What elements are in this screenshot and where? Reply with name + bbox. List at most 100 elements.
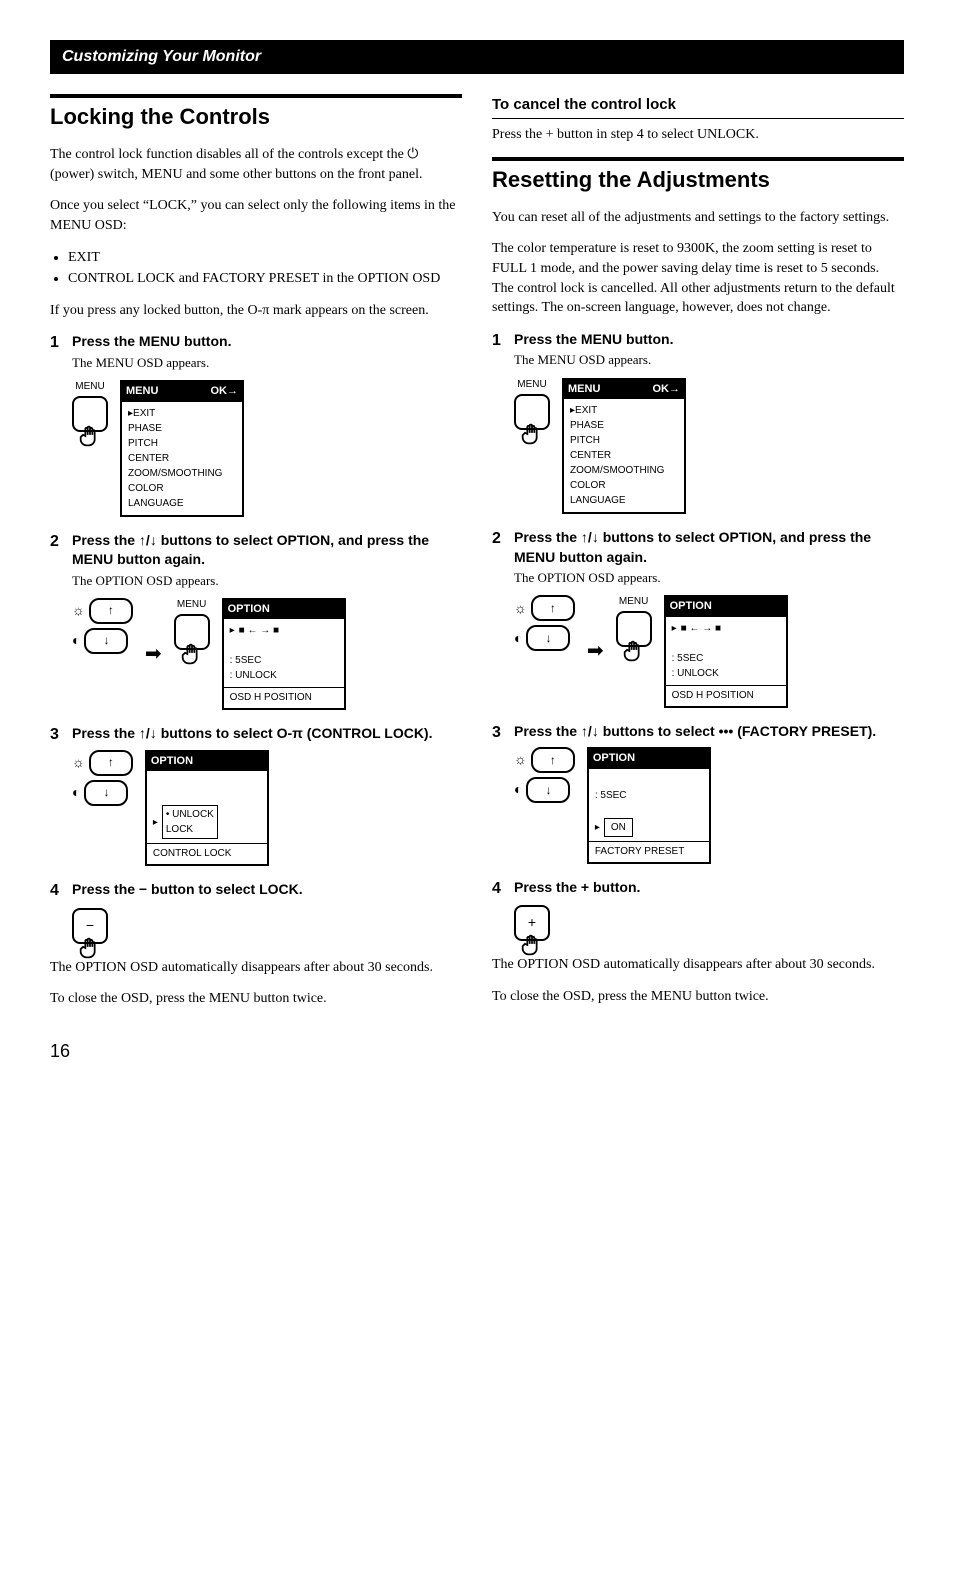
button-label: MENU [75,380,104,394]
osd-item: CENTER [128,451,236,466]
bullet-list: EXIT CONTROL LOCK and FACTORY PRESET in … [50,248,462,289]
button-icon [72,396,108,432]
contrast-icon: ◐ [72,631,80,651]
right-column: To cancel the control lock Press the + b… [492,94,904,1064]
button-icon [174,614,210,650]
bullet-item: EXIT [68,248,462,268]
osd-row [153,790,261,805]
minus-button-icon: − [72,908,108,944]
updown-buttons: ☼↑ ◐↓ [72,750,133,806]
step-title: Press the ↑/↓ buttons to select O‑π (CON… [72,724,462,744]
button-label: MENU [177,598,206,612]
step-title: Press the ↑/↓ buttons to select ••• (FAC… [514,722,904,742]
osd-row: ▸■ ← → ■ [230,623,338,638]
hand-icon [518,931,546,959]
step-2: 2 Press the ↑/↓ buttons to select OPTION… [492,528,904,708]
osd-row: : UNLOCK [672,666,780,681]
hand-icon [518,420,546,448]
sun-icon: ☼ [72,601,85,621]
option-osd: OPTION ▸■ ← → ■ : 5SEC : UNLOCK OSD H PO… [664,595,788,707]
osd-row-selected: ▸• UNLOCK LOCK [153,805,261,839]
button-icon [616,611,652,647]
osd-item: LANGUAGE [570,493,678,508]
osd-title-right: OK→ [211,384,239,399]
button-label: MENU [517,378,546,392]
step-4: 4 Press the − button to select LOCK. − [50,880,462,944]
step-number: 3 [492,722,506,864]
step-number: 1 [492,330,506,514]
osd-title: OPTION [593,751,635,766]
osd-item: ZOOM/SMOOTHING [128,466,236,481]
page-number: 16 [50,1039,462,1064]
footnote: The OPTION OSD automatically disappears … [492,955,904,975]
button-label: MENU [619,595,648,609]
osd-footer: OSD H POSITION [666,685,786,706]
plus-button-icon: + [514,905,550,941]
para: Press the + button in step 4 to select U… [492,125,904,145]
hand-icon [76,934,104,962]
step-subtitle: The MENU OSD appears. [72,354,462,372]
step-2: 2 Press the ↑/↓ buttons to select OPTION… [50,531,462,711]
osd-item: ZOOM/SMOOTHING [570,463,678,478]
step-number: 1 [50,332,64,516]
osd-title: OPTION [670,599,712,614]
footnote: To close the OSD, press the MENU button … [492,987,904,1007]
step-title: Press the ↑/↓ buttons to select OPTION, … [72,531,462,570]
section-rule [492,157,904,161]
osd-footer: OSD H POSITION [224,687,344,708]
step-title: Press the MENU button. [72,332,462,352]
hand-icon [178,640,206,668]
page-header: Customizing Your Monitor [50,40,904,74]
step-number: 4 [492,878,506,942]
step-1: 1 Press the MENU button. The MENU OSD ap… [50,332,462,516]
osd-row [153,775,261,790]
hand-icon [76,422,104,450]
step-title: Press the − button to select LOCK. [72,880,462,900]
osd-title: OPTION [151,754,193,769]
para: If you press any locked button, the O‑π … [50,301,462,321]
option-osd: OPTION ▸■ ← → ■ : 5SEC : UNLOCK OSD H PO… [222,598,346,710]
osd-item: COLOR [570,478,678,493]
contrast-icon: ◐ [72,783,80,803]
osd-row: : UNLOCK [230,668,338,683]
down-button-icon: ↓ [84,780,128,806]
osd-row [672,636,780,651]
up-button-icon: ↑ [531,595,575,621]
minus-button-diagram: − [72,906,108,944]
option-osd: OPTION ▸• UNLOCK LOCK CONTROL LOCK [145,750,269,866]
step-subtitle: The OPTION OSD appears. [514,569,904,587]
osd-item: PITCH [128,436,236,451]
osd-item: COLOR [128,481,236,496]
section-rule [50,94,462,98]
osd-title-left: MENU [126,384,158,399]
menu-button-diagram: MENU [616,595,652,647]
updown-buttons: ☼↑ ◐↓ [72,598,133,654]
osd-footer: FACTORY PRESET [589,841,709,862]
osd-item: ▸EXIT [128,406,236,421]
contrast-icon: ◐ [514,780,522,800]
osd-footer: CONTROL LOCK [147,843,267,864]
osd-row: ▸■ ← → ■ [672,621,780,636]
left-column: Locking the Controls The control lock fu… [50,94,462,1064]
down-button-icon: ↓ [526,777,570,803]
footnote: The OPTION OSD automatically disappears … [50,958,462,978]
para: The color temperature is reset to 9300K,… [492,239,904,317]
osd-item: ▸EXIT [570,403,678,418]
down-button-icon: ↓ [84,628,128,654]
osd-item: LANGUAGE [128,496,236,511]
menu-button-diagram: MENU [72,380,108,432]
osd-row [595,803,703,818]
osd-title-left: MENU [568,382,600,397]
footnote: To close the OSD, press the MENU button … [50,989,462,1009]
heading-locking: Locking the Controls [50,102,462,133]
plus-button-diagram: + [514,903,550,941]
osd-row: : 5SEC [672,651,780,666]
contrast-icon: ◐ [514,629,522,649]
arrow-icon: ➡ [145,640,162,668]
step-title: Press the + button. [514,878,904,898]
step-3: 3 Press the ↑/↓ buttons to select O‑π (C… [50,724,462,866]
step-title: Press the MENU button. [514,330,904,350]
step-title: Press the ↑/↓ buttons to select OPTION, … [514,528,904,567]
osd-item: CENTER [570,448,678,463]
button-icon [514,394,550,430]
